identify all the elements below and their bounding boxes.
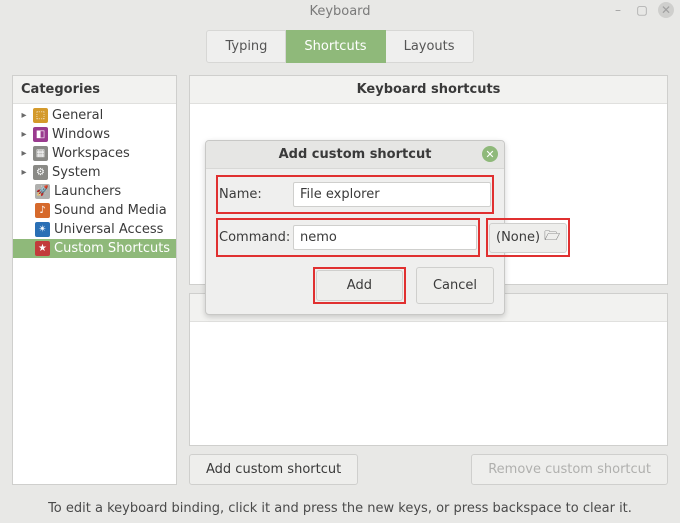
category-label: Universal Access bbox=[54, 222, 163, 237]
chevron-right-icon: ▸ bbox=[19, 129, 29, 140]
category-label: Windows bbox=[52, 127, 110, 142]
category-custom-shortcuts[interactable]: ★ Custom Shortcuts bbox=[13, 239, 176, 258]
custom-shortcuts-icon: ★ bbox=[35, 241, 50, 256]
tabbar: Typing Shortcuts Layouts bbox=[0, 30, 680, 63]
tab-shortcuts[interactable]: Shortcuts bbox=[286, 30, 385, 63]
footer-hint: To edit a keyboard binding, click it and… bbox=[0, 497, 680, 520]
category-label: Workspaces bbox=[52, 146, 130, 161]
category-label: Custom Shortcuts bbox=[54, 241, 170, 256]
launchers-icon: 🚀 bbox=[35, 184, 50, 199]
window-controls: – ▢ ✕ bbox=[610, 2, 674, 18]
category-sound-media[interactable]: ♪ Sound and Media bbox=[13, 201, 176, 220]
name-label: Name: bbox=[219, 187, 287, 202]
dialog-close-icon[interactable]: ✕ bbox=[482, 146, 498, 162]
name-input[interactable] bbox=[293, 182, 491, 207]
category-launchers[interactable]: 🚀 Launchers bbox=[13, 182, 176, 201]
sound-icon: ♪ bbox=[35, 203, 50, 218]
category-system[interactable]: ▸ ⚙ System bbox=[13, 163, 176, 182]
keyboard-bindings-panel: Keyboard bindings bbox=[189, 293, 668, 446]
minimize-icon[interactable]: – bbox=[610, 2, 626, 18]
chevron-right-icon: ▸ bbox=[19, 110, 29, 121]
titlebar: Keyboard – ▢ ✕ bbox=[0, 0, 680, 24]
file-picker-button[interactable]: (None) 🗁 bbox=[489, 223, 567, 253]
chevron-right-icon: ▸ bbox=[19, 148, 29, 159]
category-label: System bbox=[52, 165, 100, 180]
keyboard-shortcuts-header: Keyboard shortcuts bbox=[190, 76, 667, 104]
close-icon[interactable]: ✕ bbox=[658, 2, 674, 18]
add-custom-shortcut-button[interactable]: Add custom shortcut bbox=[189, 454, 358, 485]
folder-open-icon: 🗁 bbox=[544, 227, 560, 249]
category-label: General bbox=[52, 108, 103, 123]
picker-label: (None) bbox=[496, 230, 540, 245]
command-label: Command: bbox=[219, 230, 287, 245]
categories-tree: ▸ ⬚ General ▸ ◧ Windows ▸ ▦ Workspaces ▸… bbox=[13, 104, 176, 484]
command-input[interactable] bbox=[293, 225, 477, 250]
category-windows[interactable]: ▸ ◧ Windows bbox=[13, 125, 176, 144]
categories-sidebar: Categories ▸ ⬚ General ▸ ◧ Windows ▸ ▦ W… bbox=[12, 75, 177, 485]
category-label: Sound and Media bbox=[54, 203, 167, 218]
remove-custom-shortcut-button[interactable]: Remove custom shortcut bbox=[471, 454, 668, 485]
dialog-title: Add custom shortcut ✕ bbox=[206, 141, 504, 169]
universal-access-icon: ✴ bbox=[35, 222, 50, 237]
category-general[interactable]: ▸ ⬚ General bbox=[13, 106, 176, 125]
category-label: Launchers bbox=[54, 184, 121, 199]
window-title: Keyboard bbox=[309, 4, 370, 19]
categories-header: Categories bbox=[13, 76, 176, 104]
general-icon: ⬚ bbox=[33, 108, 48, 123]
dialog-add-button[interactable]: Add bbox=[316, 270, 403, 301]
system-icon: ⚙ bbox=[33, 165, 48, 180]
tab-typing[interactable]: Typing bbox=[206, 30, 286, 63]
tab-layouts[interactable]: Layouts bbox=[386, 30, 474, 63]
category-universal-access[interactable]: ✴ Universal Access bbox=[13, 220, 176, 239]
dialog-cancel-button[interactable]: Cancel bbox=[416, 267, 494, 304]
category-workspaces[interactable]: ▸ ▦ Workspaces bbox=[13, 144, 176, 163]
windows-icon: ◧ bbox=[33, 127, 48, 142]
shortcut-button-row: Add custom shortcut Remove custom shortc… bbox=[189, 454, 668, 485]
dialog-title-text: Add custom shortcut bbox=[279, 147, 432, 162]
maximize-icon[interactable]: ▢ bbox=[634, 2, 650, 18]
workspaces-icon: ▦ bbox=[33, 146, 48, 161]
chevron-right-icon: ▸ bbox=[19, 167, 29, 178]
add-shortcut-dialog: Add custom shortcut ✕ Name: Command: bbox=[205, 140, 505, 315]
